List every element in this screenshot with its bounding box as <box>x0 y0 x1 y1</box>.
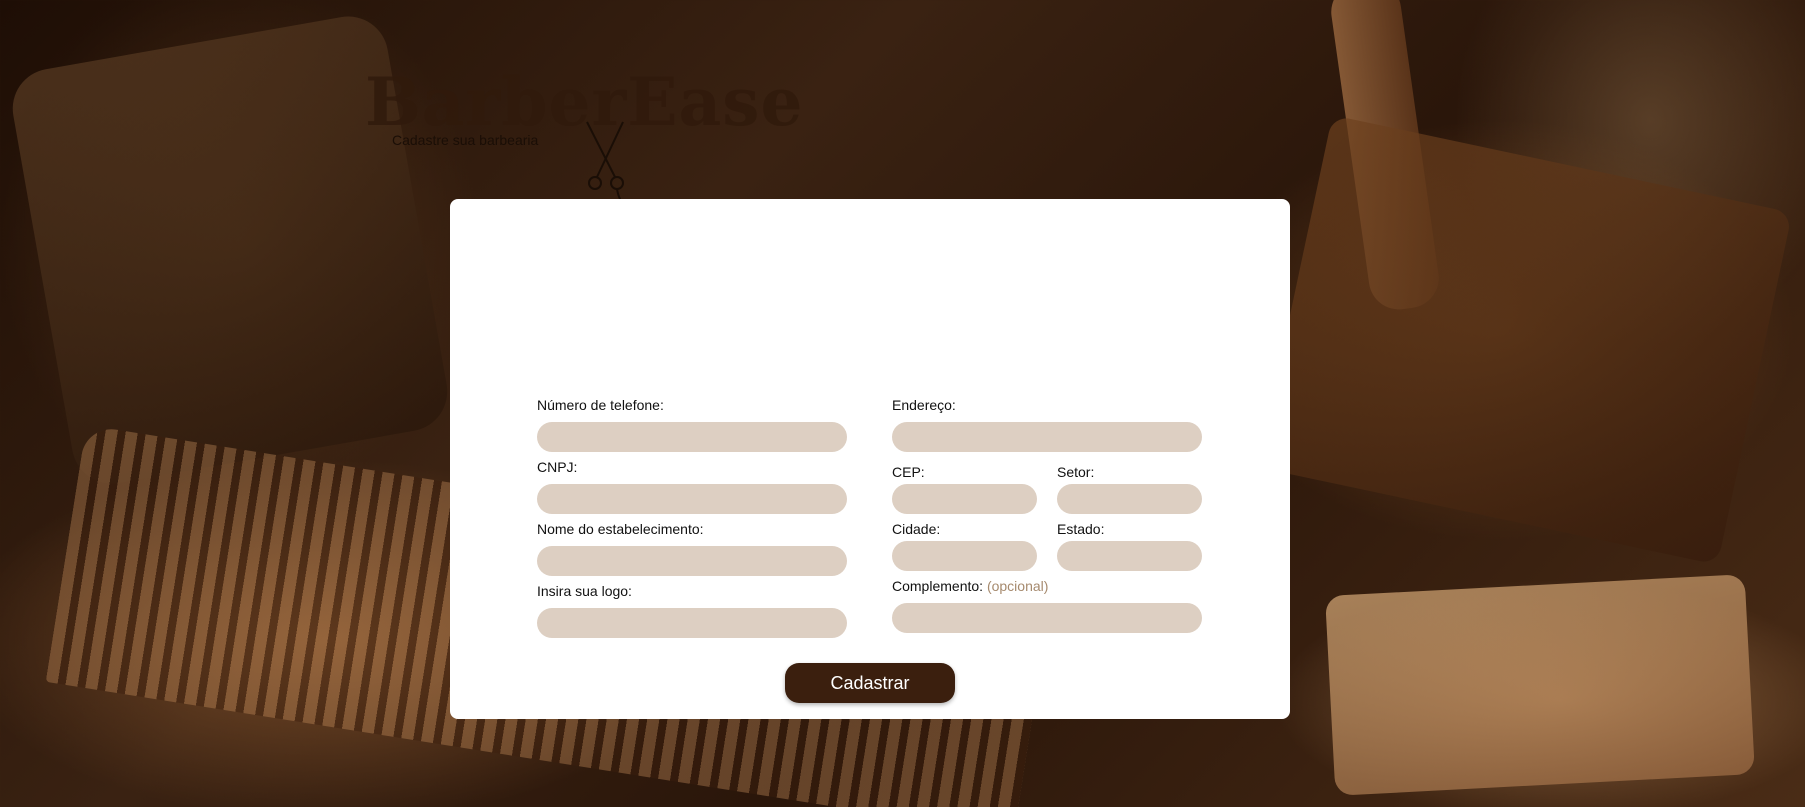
city-label: Cidade: <box>892 521 941 537</box>
sector-input[interactable] <box>1057 484 1202 514</box>
cep-label: CEP: <box>892 464 925 480</box>
cep-input[interactable] <box>892 484 1037 514</box>
brand-logo: BarberEase Cadastre sua barbearia <box>365 62 802 206</box>
background-box <box>1257 115 1793 565</box>
optional-hint: (opcional) <box>986 578 1049 594</box>
sector-label: Setor: <box>1057 464 1095 480</box>
complement-label-text: Complemento: <box>892 578 984 594</box>
brand-tagline: Cadastre sua barbearia <box>392 132 539 148</box>
address-label: Endereço: <box>892 397 956 413</box>
background-soap <box>1325 574 1755 796</box>
register-button[interactable]: Cadastrar <box>785 663 955 703</box>
establishment-name-label: Nome do estabelecimento: <box>537 521 704 537</box>
registration-card: Número de telefone: CNPJ: Nome do estabe… <box>450 199 1290 719</box>
state-label: Estado: <box>1057 521 1105 537</box>
complement-label: Complemento: (opcional) <box>892 578 1048 594</box>
complement-input[interactable] <box>892 603 1202 633</box>
cnpj-label: CNPJ: <box>537 459 578 475</box>
cnpj-input[interactable] <box>537 484 847 514</box>
establishment-name-input[interactable] <box>537 546 847 576</box>
state-input[interactable] <box>1057 541 1202 571</box>
address-input[interactable] <box>892 422 1202 452</box>
city-input[interactable] <box>892 541 1037 571</box>
logo-upload-input[interactable] <box>537 608 847 638</box>
phone-label: Número de telefone: <box>537 397 664 413</box>
phone-input[interactable] <box>537 422 847 452</box>
logo-upload-label: Insira sua logo: <box>537 583 632 599</box>
scissors-icon <box>586 121 626 206</box>
